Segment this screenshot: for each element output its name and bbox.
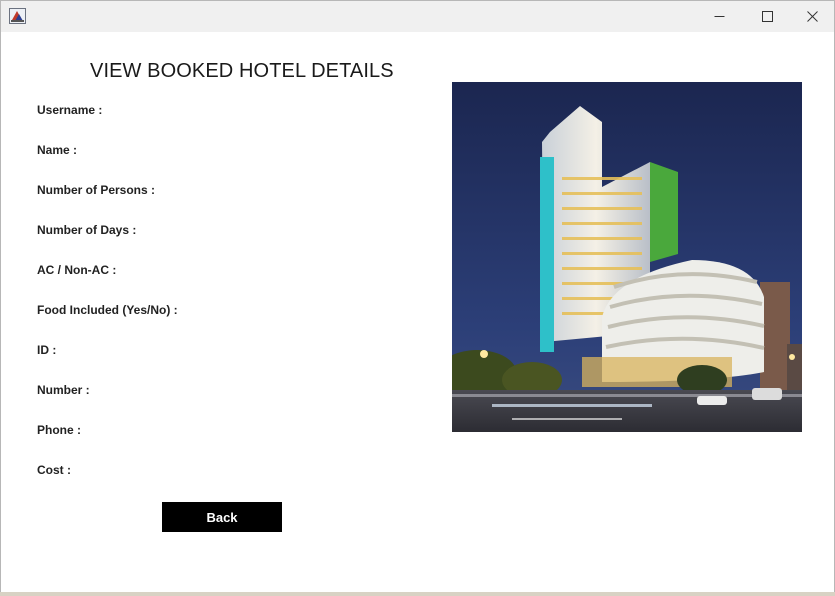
close-icon [806,11,818,22]
minimize-icon [714,16,724,17]
page-title: VIEW BOOKED HOTEL DETAILS [90,60,394,82]
hotel-photo [452,82,802,432]
number-of-days-label: Number of Days : [37,223,137,237]
app-window: VIEW BOOKED HOTEL DETAILS Username : Nam… [0,0,835,592]
phone-label: Phone : [37,423,81,437]
username-label: Username : [37,103,103,117]
food-included-label: Food Included (Yes/No) : [37,303,178,317]
title-bar[interactable] [1,1,834,32]
name-label: Name : [37,143,78,157]
maximize-icon [761,11,773,22]
java-app-icon [9,8,26,24]
number-of-persons-label: Number of Persons : [37,183,156,197]
id-label: ID : [37,343,57,357]
maximize-button[interactable] [744,1,790,32]
minimize-button[interactable] [696,1,742,32]
back-button[interactable]: Back [162,502,282,532]
cost-label: Cost : [37,463,71,477]
ac-non-ac-label: AC / Non-AC : [37,263,117,277]
content-pane: VIEW BOOKED HOTEL DETAILS Username : Nam… [1,32,834,592]
number-label: Number : [37,383,90,397]
close-button[interactable] [789,1,835,32]
